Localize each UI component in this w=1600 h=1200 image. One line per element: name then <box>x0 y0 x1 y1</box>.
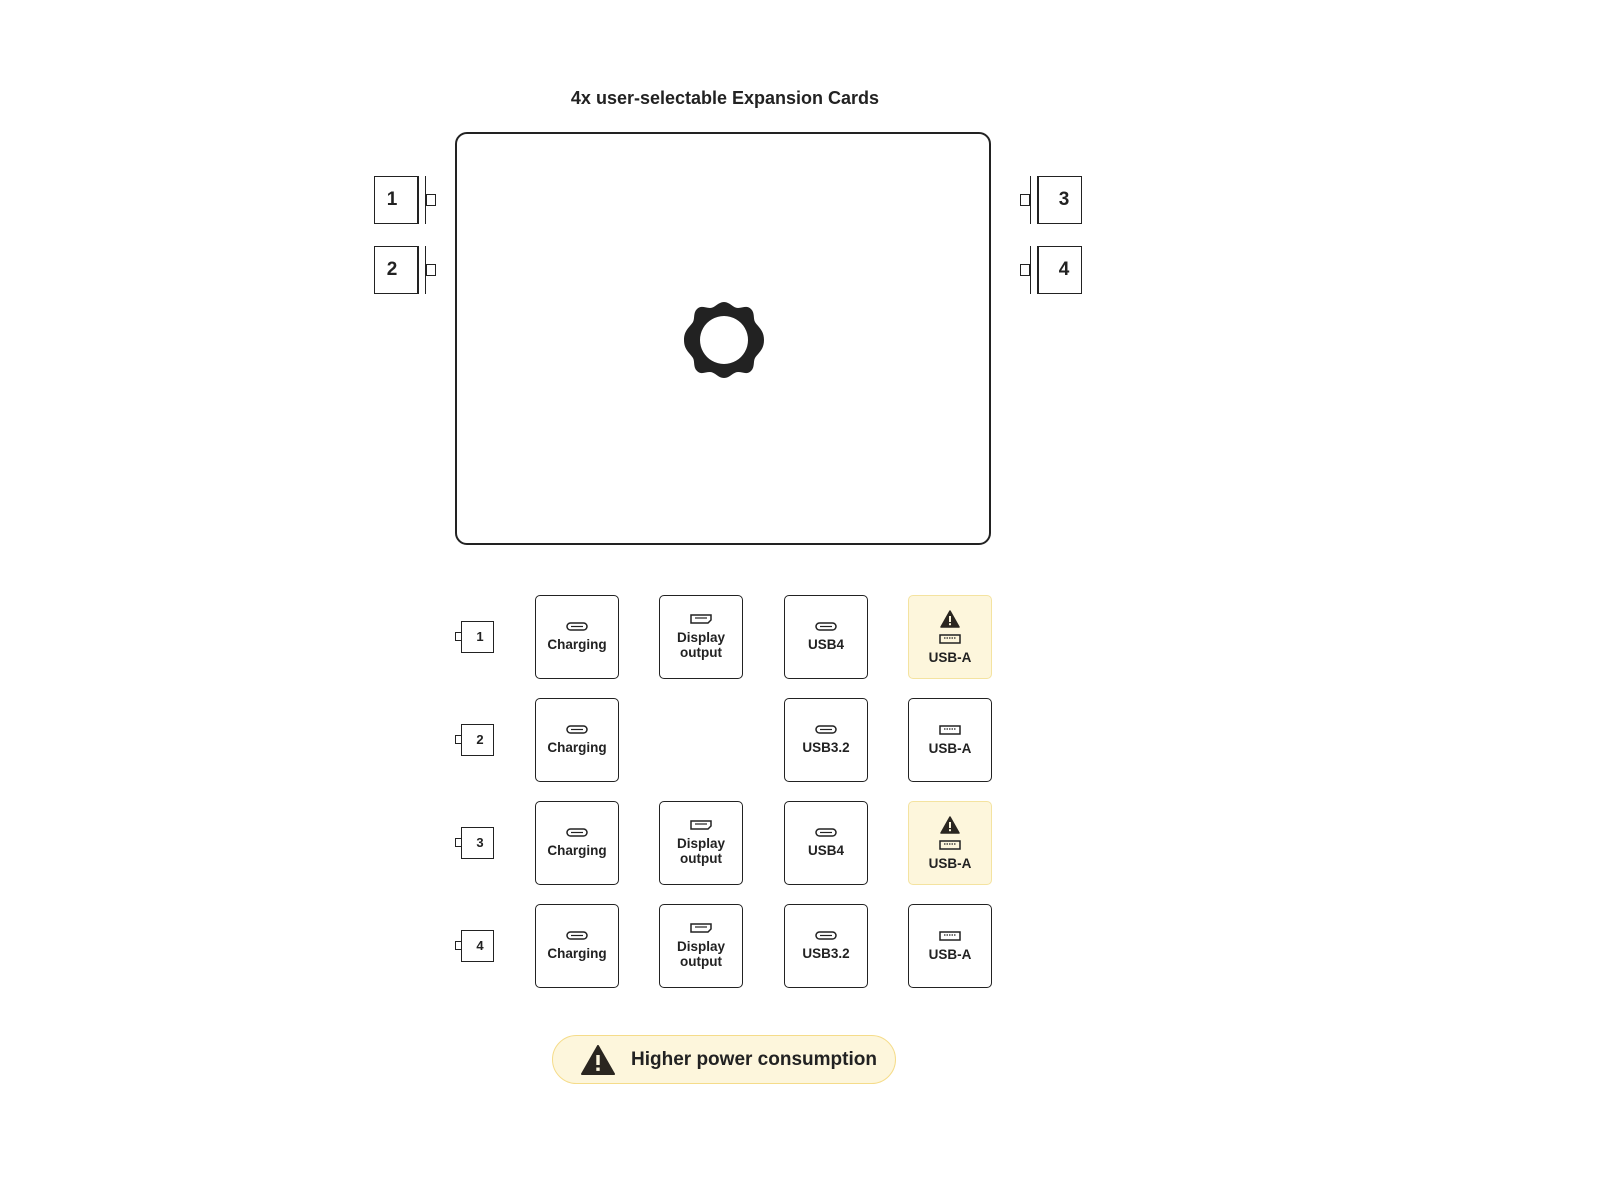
usb-a-icon <box>939 839 961 850</box>
port-label: Display output <box>676 836 726 866</box>
usb-c-icon <box>815 931 837 940</box>
warning-icon <box>940 609 960 628</box>
expansion-card-1: 1 <box>374 176 436 224</box>
card-number: 1 <box>386 189 398 210</box>
usb-c-icon <box>815 828 837 837</box>
slot-indicator-2: 2 <box>455 724 495 756</box>
slot-number: 1 <box>476 629 484 644</box>
card-number: 4 <box>1058 259 1070 280</box>
displayport-icon <box>690 614 712 624</box>
port-option-usb4: USB4 <box>784 595 868 679</box>
displayport-icon <box>690 820 712 830</box>
slot-indicator-1: 1 <box>455 621 495 653</box>
card-plug <box>1020 194 1030 206</box>
expansion-card-3: 3 <box>1020 176 1082 224</box>
port-label: USB-A <box>928 649 972 665</box>
port-label: USB3.2 <box>802 946 850 961</box>
port-label: USB3.2 <box>802 740 850 755</box>
usb-c-icon <box>566 931 588 940</box>
usb-a-icon <box>939 930 961 941</box>
card-plug <box>426 194 436 206</box>
port-option-usb-a: USB-A <box>908 904 992 988</box>
expansion-card-2: 2 <box>374 246 436 294</box>
card-strip <box>1030 176 1038 224</box>
displayport-icon <box>690 923 712 933</box>
usb-c-icon <box>566 828 588 837</box>
slot-indicator-4: 4 <box>455 930 495 962</box>
warning-icon <box>581 1044 615 1075</box>
port-option-display-output: Display output <box>659 801 743 885</box>
card-plug <box>426 264 436 276</box>
card-plug <box>1020 264 1030 276</box>
port-option-charging: Charging <box>535 801 619 885</box>
port-option-usb4: USB4 <box>784 801 868 885</box>
expansion-card-4: 4 <box>1020 246 1082 294</box>
usb-a-icon <box>939 633 961 644</box>
card-strip <box>418 246 426 294</box>
slot-number: 3 <box>476 835 484 850</box>
slot-indicator-3: 3 <box>455 827 495 859</box>
port-label: Display output <box>676 939 726 969</box>
port-label: USB-A <box>928 855 972 871</box>
legend-higher-power: Higher power consumption <box>552 1035 896 1084</box>
warning-icon <box>940 815 960 834</box>
port-label: USB4 <box>807 843 844 858</box>
port-label: USB4 <box>807 637 844 652</box>
port-label: Charging <box>547 946 607 961</box>
port-option-usb3-2: USB3.2 <box>784 904 868 988</box>
port-option-usb-a: USB-A <box>908 801 992 885</box>
card-number: 2 <box>386 259 398 280</box>
card-strip <box>418 176 426 224</box>
card-strip <box>1030 246 1038 294</box>
port-option-charging: Charging <box>535 595 619 679</box>
usb-c-icon <box>566 622 588 631</box>
port-label: USB-A <box>928 946 972 962</box>
port-label: Display output <box>676 630 726 660</box>
diagram-title: 4x user-selectable Expansion Cards <box>570 88 880 108</box>
port-option-charging: Charging <box>535 698 619 782</box>
card-number: 3 <box>1058 189 1070 210</box>
slot-number: 4 <box>476 938 484 953</box>
port-label: Charging <box>547 843 607 858</box>
usb-c-icon <box>815 725 837 734</box>
port-option-display-output: Display output <box>659 595 743 679</box>
usb-c-icon <box>566 725 588 734</box>
port-option-usb-a: USB-A <box>908 595 992 679</box>
legend-text: Higher power consumption <box>631 1048 877 1070</box>
port-option-usb3-2: USB3.2 <box>784 698 868 782</box>
slot-number: 2 <box>476 732 484 747</box>
port-label: Charging <box>547 637 607 652</box>
usb-a-icon <box>939 724 961 735</box>
framework-gear-icon <box>684 302 764 378</box>
usb-c-icon <box>815 622 837 631</box>
port-option-display-output: Display output <box>659 904 743 988</box>
port-option-charging: Charging <box>535 904 619 988</box>
port-option-usb-a: USB-A <box>908 698 992 782</box>
port-label: Charging <box>547 740 607 755</box>
port-label: USB-A <box>928 740 972 756</box>
